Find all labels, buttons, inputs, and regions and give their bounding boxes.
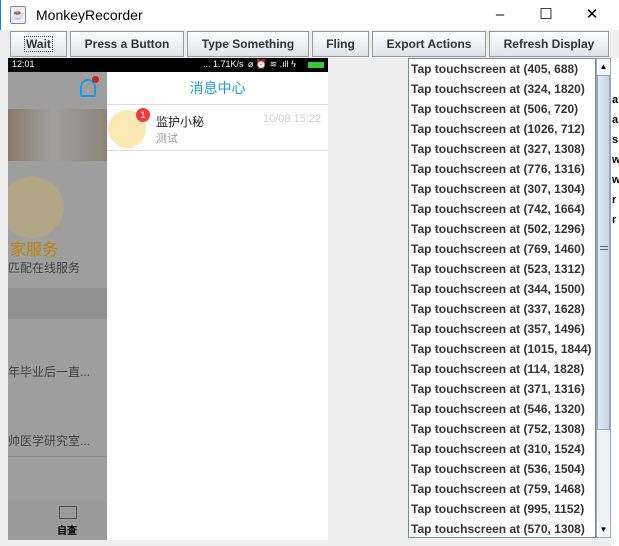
battery-icon: [308, 62, 324, 68]
type-something-button[interactable]: Type Something: [187, 31, 309, 57]
unread-badge: 1: [136, 108, 150, 122]
action-item[interactable]: Tap touchscreen at (523, 1312): [409, 259, 595, 279]
action-item[interactable]: Tap touchscreen at (995, 1152): [409, 499, 595, 519]
message-sender: 监护小秘: [156, 115, 205, 129]
status-icons: ⌀ ⏰ ≋ .ıll ϟ: [248, 59, 296, 69]
scrollbar[interactable]: ▲ ▼: [596, 58, 611, 538]
action-item[interactable]: Tap touchscreen at (405, 688): [409, 59, 595, 79]
main-area: 12:01 ... 1.71K/s ⌀ ⏰ ≋ .ıll ϟ 家服务 匹配在线服…: [0, 58, 619, 546]
section-divider: [8, 288, 107, 319]
scroll-down-button[interactable]: ▼: [597, 522, 610, 537]
title-bar: ☕ MonkeyRecorder – ☐ ✕: [0, 0, 619, 30]
action-item[interactable]: Tap touchscreen at (307, 1304): [409, 179, 595, 199]
action-item[interactable]: Tap touchscreen at (536, 1504): [409, 459, 595, 479]
action-item[interactable]: Tap touchscreen at (502, 1296): [409, 219, 595, 239]
action-item[interactable]: Tap touchscreen at (769, 1460): [409, 239, 595, 259]
press-button-button[interactable]: Press a Button: [70, 31, 184, 57]
action-item[interactable]: Tap touchscreen at (546, 1320): [409, 399, 595, 419]
background-text: w: [612, 174, 619, 186]
status-speed: ... 1.71K/s: [203, 59, 244, 69]
export-actions-button[interactable]: Export Actions: [372, 31, 486, 57]
page-title: 消息中心: [107, 72, 328, 105]
action-item[interactable]: Tap touchscreen at (337, 1628): [409, 299, 595, 319]
background-text: s: [612, 134, 619, 146]
message-item[interactable]: 1 监护小秘 10/08 15:22 测试: [107, 106, 328, 151]
background-text: a: [612, 94, 619, 106]
doctor-avatar: [8, 176, 64, 238]
action-item[interactable]: Tap touchscreen at (114, 1828): [409, 359, 595, 379]
window-title: MonkeyRecorder: [36, 7, 143, 23]
background-text: a: [612, 114, 619, 126]
action-item[interactable]: Tap touchscreen at (759, 1468): [409, 479, 595, 499]
action-item[interactable]: Tap touchscreen at (570, 1308): [409, 519, 595, 539]
background-text: r: [612, 194, 617, 206]
background-window: aaswwrr: [611, 58, 619, 546]
toolbar: Wait Press a Button Type Something Fling…: [0, 30, 619, 58]
action-item[interactable]: Tap touchscreen at (371, 1316): [409, 379, 595, 399]
actions-list[interactable]: Tap touchscreen at (405, 688) Tap touchsc…: [408, 58, 596, 538]
expert-subtitle: 匹配在线服务: [8, 261, 81, 275]
scrollbar-thumb[interactable]: [597, 75, 610, 430]
article-item: 帅医学研究室...: [8, 434, 91, 448]
status-time: 12:01: [12, 59, 35, 69]
divider: [8, 456, 107, 457]
background-app: 家服务 匹配在线服务 年毕业后一直... 帅医学研究室... 自查: [8, 72, 107, 540]
action-item[interactable]: Tap touchscreen at (742, 1664): [409, 199, 595, 219]
action-item[interactable]: Tap touchscreen at (752, 1308): [409, 419, 595, 439]
action-item[interactable]: Tap touchscreen at (324, 1820): [409, 79, 595, 99]
article-item: 年毕业后一直...: [8, 365, 91, 379]
notification-dot: [92, 76, 99, 83]
action-item[interactable]: Tap touchscreen at (1015, 1844): [409, 339, 595, 359]
message-preview: 测试: [156, 133, 178, 145]
action-item[interactable]: Tap touchscreen at (1026, 712): [409, 119, 595, 139]
action-item[interactable]: Tap touchscreen at (506, 720): [409, 99, 595, 119]
expert-title: 家服务: [10, 242, 59, 259]
close-button[interactable]: ✕: [569, 0, 615, 30]
message-time: 10/08 15:22: [263, 113, 322, 125]
maximize-button[interactable]: ☐: [523, 0, 569, 30]
action-item[interactable]: Tap touchscreen at (357, 1496): [409, 319, 595, 339]
scroll-up-button[interactable]: ▲: [597, 59, 610, 74]
banner-image: [8, 109, 107, 161]
status-bar: 12:01 ... 1.71K/s ⌀ ⏰ ≋ .ıll ϟ: [8, 58, 328, 72]
minimize-button[interactable]: –: [477, 0, 523, 30]
action-item[interactable]: Tap touchscreen at (310, 1524): [409, 439, 595, 459]
wait-button[interactable]: Wait: [10, 31, 67, 57]
action-item[interactable]: Tap touchscreen at (344, 1500): [409, 279, 595, 299]
message-center-panel: 消息中心 1 监护小秘 10/08 15:22 测试: [107, 72, 328, 540]
fling-button[interactable]: Fling: [312, 31, 369, 57]
grip-icon: [600, 246, 608, 250]
tab-checkup: 自查: [57, 526, 77, 537]
background-text: w: [612, 154, 619, 166]
background-text: r: [612, 214, 617, 226]
bottom-tab-bar: 自查: [8, 502, 107, 540]
wait-label: Wait: [24, 36, 53, 52]
refresh-display-button[interactable]: Refresh Display: [489, 31, 609, 57]
checkup-icon: [59, 506, 77, 519]
action-item[interactable]: Tap touchscreen at (327, 1308): [409, 139, 595, 159]
action-item[interactable]: Tap touchscreen at (776, 1316): [409, 159, 595, 179]
device-screen[interactable]: 12:01 ... 1.71K/s ⌀ ⏰ ≋ .ıll ϟ 家服务 匹配在线服…: [8, 58, 328, 540]
java-icon: ☕: [10, 6, 26, 24]
